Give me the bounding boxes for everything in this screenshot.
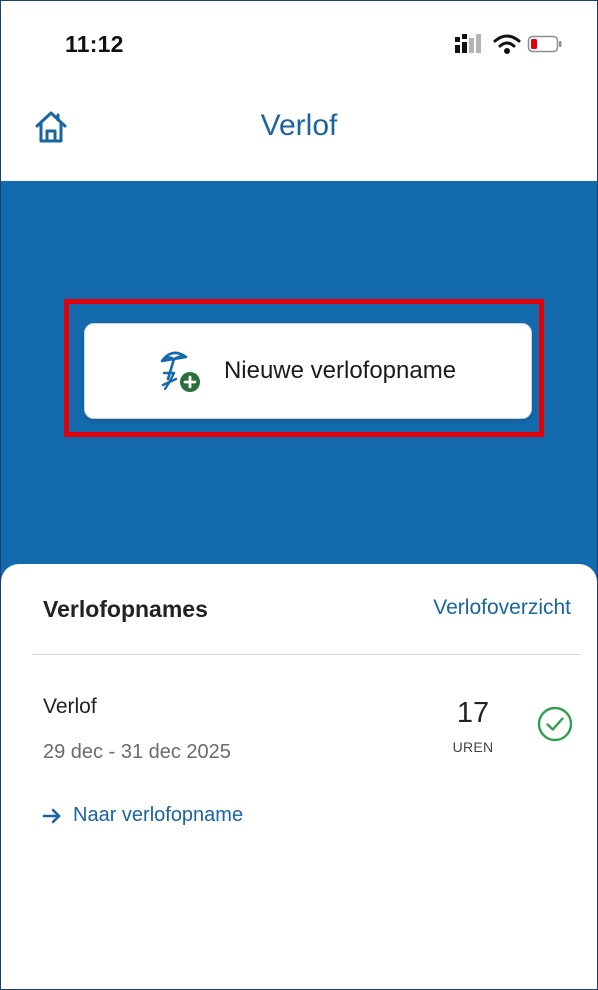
leave-overview-link[interactable]: Verlofoverzicht [433, 596, 571, 620]
new-leave-button-label: Nieuwe verlofopname [223, 357, 457, 384]
leave-requests-card: Verlofopnames Verlofoverzicht Verlof 29 … [1, 564, 597, 989]
page-title: Verlof [260, 109, 338, 142]
check-circle-icon [537, 706, 573, 742]
hero-banner: Nieuwe verlofopname [1, 181, 597, 581]
list-item[interactable]: Verlof 29 dec - 31 dec 2025 17 UREN Naar… [1, 655, 597, 855]
goto-leave-link[interactable]: Naar verlofopname [41, 804, 243, 827]
hours-value: 17 [456, 697, 490, 729]
app-screen: 11:12 Verlof Nieuwe verlofopname Verlofo… [0, 0, 598, 990]
status-time: 11:12 [65, 31, 124, 57]
card-title: Verlofopnames [43, 596, 208, 622]
status-bar: 11:12 [1, 1, 597, 85]
arrow-right-icon [42, 808, 61, 823]
new-leave-button[interactable]: Nieuwe verlofopname [84, 323, 532, 419]
hours-unit: UREN [452, 739, 494, 755]
leave-dates: 29 dec - 31 dec 2025 [43, 741, 231, 763]
battery-low-icon [527, 35, 562, 53]
status-icons [453, 31, 563, 57]
leave-type: Verlof [43, 695, 97, 718]
card-header: Verlofopnames Verlofoverzicht [1, 564, 597, 654]
wifi-icon [493, 34, 521, 54]
goto-leave-label: Naar verlofopname [73, 804, 244, 826]
signal-icon [455, 34, 481, 53]
nav-bar: Verlof [1, 85, 597, 181]
beach-umbrella-add-icon [160, 351, 200, 392]
